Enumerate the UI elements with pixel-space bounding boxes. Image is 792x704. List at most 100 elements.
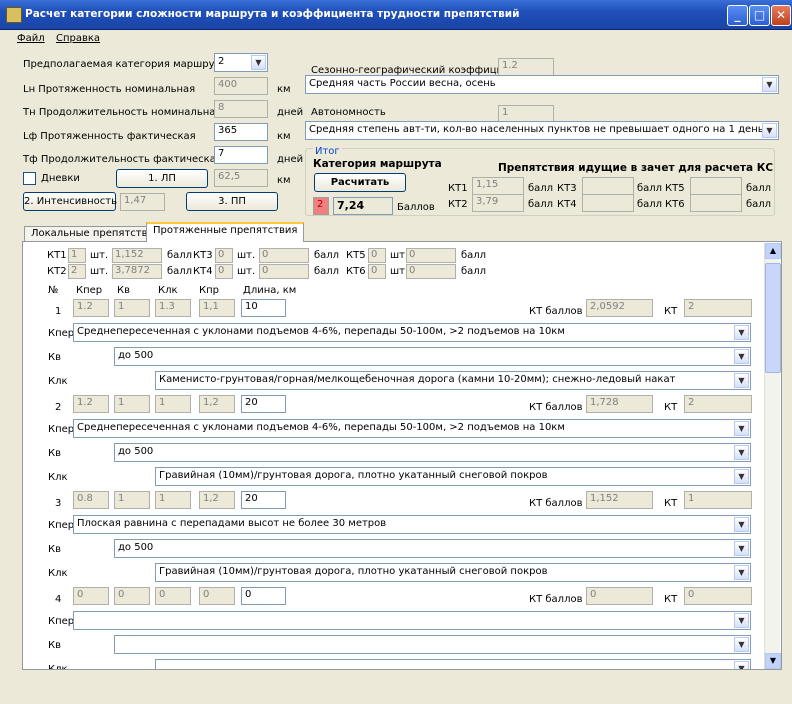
chevron-down-icon[interactable]: ▼	[734, 325, 749, 340]
chevron-down-icon[interactable]: ▼	[734, 421, 749, 436]
kper-field[interactable]: 0	[73, 587, 109, 605]
kpr-field[interactable]: 1,1	[199, 299, 235, 317]
lf-field[interactable]: 365	[214, 123, 268, 141]
klk-select[interactable]: Гравийная (10мм)/грунтовая дорога, плотн…	[155, 467, 751, 486]
klk-field[interactable]: 1	[155, 395, 191, 413]
chevron-down-icon[interactable]: ▼	[762, 123, 777, 138]
kt3-unit: балл	[637, 183, 663, 194]
klk-field[interactable]: 0	[155, 587, 191, 605]
kpr-field[interactable]: 1,2	[199, 395, 235, 413]
chevron-down-icon[interactable]: ▼	[734, 637, 749, 652]
close-icon: ✕	[775, 8, 787, 22]
kt-field[interactable]: 2	[684, 395, 752, 413]
kv-select[interactable]: до 500 ▼	[114, 539, 751, 558]
tab-extended-obstacles[interactable]: Протяженные препятствия	[146, 222, 305, 242]
kper-select-label: Кпер	[48, 328, 75, 339]
kt-score-field[interactable]: 1,728	[586, 395, 653, 413]
kt-label: КТ	[664, 306, 678, 317]
length-field[interactable]: 20	[241, 491, 286, 509]
kper-select[interactable]: Плоская равнина с перепадами высот не бо…	[73, 515, 751, 534]
close-button[interactable]: ✕	[771, 5, 791, 26]
chevron-down-icon[interactable]: ▼	[762, 77, 777, 92]
chevron-down-icon[interactable]: ▼	[734, 349, 749, 364]
category-select[interactable]: 2 ▼	[214, 53, 268, 72]
scroll-thumb[interactable]	[765, 263, 781, 373]
length-field[interactable]: 20	[241, 395, 286, 413]
pp-button[interactable]: 3. ПП	[186, 192, 278, 211]
sum-kt4-count-unit: шт.	[237, 266, 256, 277]
panel-scrollbar[interactable]: ▲ ▼	[764, 243, 781, 669]
calculate-button[interactable]: Расчитать	[314, 173, 406, 192]
lp-field[interactable]: 62,5	[214, 169, 268, 187]
kv-select-value: до 500	[118, 542, 154, 553]
menu-file[interactable]: Файл	[17, 33, 45, 44]
chevron-down-icon[interactable]: ▼	[734, 541, 749, 556]
minimize-button[interactable]: _	[727, 5, 748, 26]
tn-field[interactable]: 8	[214, 100, 268, 118]
kper-select-value: Плоская равнина с перепадами высот не бо…	[77, 518, 387, 529]
chevron-down-icon[interactable]: ▼	[734, 445, 749, 460]
chevron-down-icon[interactable]: ▼	[734, 373, 749, 388]
kt-score-field[interactable]: 1,152	[586, 491, 653, 509]
scroll-down-icon[interactable]: ▼	[765, 653, 781, 669]
tn-label: Tн Продолжительность номинальная	[23, 107, 222, 118]
kt-field[interactable]: 1	[684, 491, 752, 509]
dnevki-checkbox[interactable]	[23, 172, 36, 185]
kv-field[interactable]: 1	[114, 395, 150, 413]
kt-score-field[interactable]: 0	[586, 587, 653, 605]
menu-help[interactable]: Справка	[56, 33, 100, 44]
kper-select[interactable]: ▼	[73, 611, 751, 630]
kv-field[interactable]: 1	[114, 491, 150, 509]
chevron-down-icon[interactable]: ▼	[734, 613, 749, 628]
kt-score-field[interactable]: 2,0592	[586, 299, 653, 317]
ln-field[interactable]: 400	[214, 77, 268, 95]
chevron-down-icon[interactable]: ▼	[251, 55, 266, 70]
autonomy-select[interactable]: Средняя степень авт-ти, кол-во населенны…	[305, 121, 779, 140]
length-field[interactable]: 0	[241, 587, 286, 605]
kv-field[interactable]: 0	[114, 587, 150, 605]
kt1-label: КТ1	[448, 183, 468, 194]
kper-field[interactable]: 1.2	[73, 395, 109, 413]
klk-select[interactable]: Каменисто-грунтовая/горная/мелкощебеночн…	[155, 371, 751, 390]
chevron-down-icon[interactable]: ▼	[734, 517, 749, 532]
intensity-button[interactable]: 2. Интенсивность	[23, 192, 117, 211]
season-select[interactable]: Средняя часть России весна, осень ▼	[305, 75, 779, 94]
kper-select[interactable]: Среднепересеченная с уклонами подъемов 4…	[73, 419, 751, 438]
lp-button[interactable]: 1. ЛП	[116, 169, 208, 188]
obstacle-num: 3	[55, 498, 62, 509]
klk-select-label: Клк	[48, 568, 68, 579]
scroll-up-icon[interactable]: ▲	[765, 243, 781, 259]
klk-select-label: Клк	[48, 376, 68, 387]
klk-select[interactable]: ▼	[155, 659, 751, 669]
lf-unit: км	[277, 131, 291, 142]
klk-field[interactable]: 1.3	[155, 299, 191, 317]
kt6-field	[690, 194, 742, 212]
klk-field[interactable]: 1	[155, 491, 191, 509]
kv-select[interactable]: ▼	[114, 635, 751, 654]
kper-select[interactable]: Среднепересеченная с уклонами подъемов 4…	[73, 323, 751, 342]
sum-kt5-score-unit: балл	[461, 250, 487, 261]
chevron-down-icon[interactable]: ▼	[734, 565, 749, 580]
lp-unit: км	[277, 175, 291, 186]
kt-field[interactable]: 0	[684, 587, 752, 605]
obstacle-num: 2	[55, 402, 62, 413]
kper-field[interactable]: 0.8	[73, 491, 109, 509]
chevron-down-icon[interactable]: ▼	[734, 469, 749, 484]
klk-select[interactable]: Гравийная (10мм)/грунтовая дорога, плотн…	[155, 563, 751, 582]
length-field[interactable]: 10	[241, 299, 286, 317]
kper-select-label: Кпер	[48, 520, 75, 531]
kv-select[interactable]: до 500 ▼	[114, 347, 751, 366]
kv-field[interactable]: 1	[114, 299, 150, 317]
sum-kt5-label: КТ5	[346, 250, 366, 261]
tf-field[interactable]: 7	[214, 146, 268, 164]
kper-field[interactable]: 1.2	[73, 299, 109, 317]
kpr-field[interactable]: 0	[199, 587, 235, 605]
chevron-down-icon[interactable]: ▼	[734, 661, 749, 669]
kv-select[interactable]: до 500 ▼	[114, 443, 751, 462]
kt-field[interactable]: 2	[684, 299, 752, 317]
season-coef-field[interactable]: 1.2	[498, 58, 554, 76]
klk-select-value: Гравийная (10мм)/грунтовая дорога, плотн…	[159, 566, 548, 577]
intensity-field[interactable]: 1,47	[120, 193, 165, 211]
maximize-button[interactable]: □	[749, 5, 770, 26]
kpr-field[interactable]: 1,2	[199, 491, 235, 509]
